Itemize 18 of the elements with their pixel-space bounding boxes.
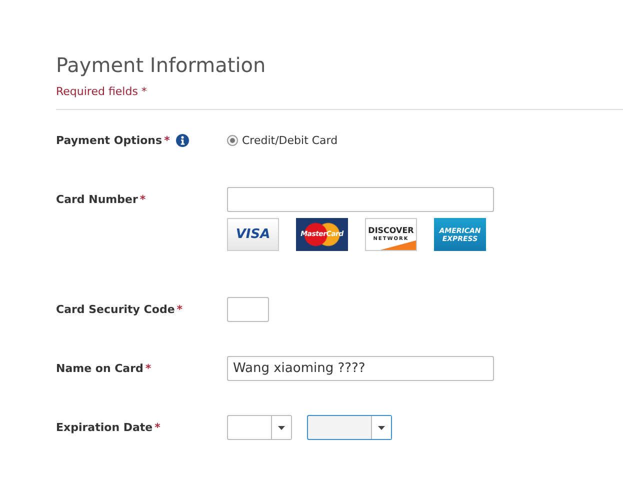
radio-button[interactable] xyxy=(227,135,238,146)
page-title: Payment Information xyxy=(56,52,267,78)
info-icon[interactable] xyxy=(176,134,189,147)
required-note: Required fields * xyxy=(56,85,147,98)
field-label: Payment Options * xyxy=(56,134,170,147)
field-label: Name on Card * xyxy=(56,362,152,375)
caret-icon xyxy=(378,426,385,430)
dropdown[interactable] xyxy=(227,415,292,440)
input-field[interactable] xyxy=(227,187,494,212)
field-label: Card Security Code * xyxy=(56,303,183,316)
field-label: Card Number * xyxy=(56,193,146,206)
card-logo: VISA xyxy=(227,218,279,251)
input-field[interactable]: Wang xiaoming ???? xyxy=(227,356,494,381)
dropdown[interactable] xyxy=(307,415,392,440)
caret-icon xyxy=(278,426,285,430)
field-label: Expiration Date * xyxy=(56,421,160,434)
radio-option[interactable]: Credit/Debit Card xyxy=(227,128,623,147)
input-field[interactable] xyxy=(227,297,269,322)
